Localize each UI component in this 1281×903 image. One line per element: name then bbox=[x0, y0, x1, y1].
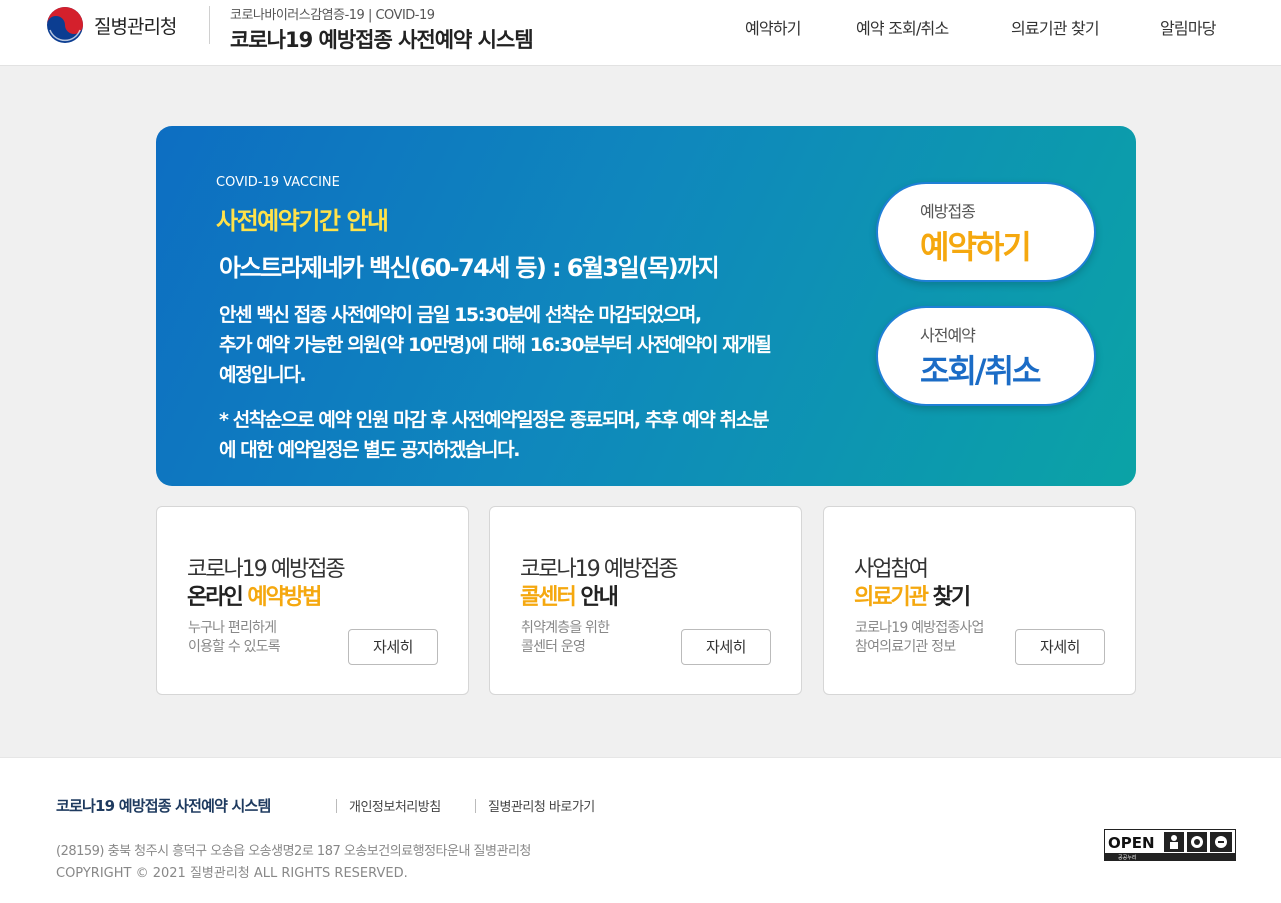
card-description: 취약계층을 위한 콜센터 운영 bbox=[521, 619, 610, 657]
card-subtitle-highlight: 콜센터 bbox=[520, 585, 577, 610]
open-badge-text: OPEN bbox=[1108, 834, 1155, 852]
system-subtitle: 코로나바이러스감염증-19 | COVID-19 bbox=[230, 8, 435, 23]
open-badge-subtext: 공공누리 bbox=[1118, 854, 1136, 861]
reservation-banner: COVID-19 VACCINE 사전예약기간 안내 아스트라제네카 백신(60… bbox=[156, 126, 1136, 486]
footer-title: 코로나19 예방접종 사전예약 시스템 bbox=[56, 797, 271, 815]
footer-copyright: COPYRIGHT © 2021 질병관리청 ALL RIGHTS RESERV… bbox=[56, 866, 408, 881]
card-desc-line: 누구나 편리하게 bbox=[188, 620, 277, 636]
card-description: 코로나19 예방접종사업 참여의료기관 정보 bbox=[855, 619, 984, 657]
site-header: 질병관리청 코로나바이러스감염증-19 | COVID-19 코로나19 예방접… bbox=[0, 0, 1281, 66]
system-title[interactable]: 코로나19 예방접종 사전예약 시스템 bbox=[230, 24, 534, 54]
banner-note-line: * 선착순으로 예약 인원 마감 후 사전예약일정은 종료되며, 추후 예약 취… bbox=[219, 409, 769, 431]
nav-reserve[interactable]: 예약하기 bbox=[745, 15, 801, 39]
detail-button[interactable]: 자세히 bbox=[681, 629, 771, 665]
banner-heading: 사전예약기간 안내 bbox=[216, 207, 389, 235]
reserve-button-caption: 예방접종 bbox=[920, 202, 976, 221]
nav-find-hospital[interactable]: 의료기관 찾기 bbox=[1011, 15, 1100, 39]
banner-body-line: 예정입니다. bbox=[219, 364, 307, 386]
banner-body-line: 추가 예약 가능한 의원(약 10만명)에 대해 16:30분부터 사전예약이 … bbox=[219, 334, 772, 356]
agency-name: 질병관리청 bbox=[94, 15, 177, 38]
card-desc-line: 취약계층을 위한 bbox=[521, 620, 610, 636]
detail-button[interactable]: 자세히 bbox=[1015, 629, 1105, 665]
card-online-reservation: 코로나19 예방접종 온라인 예약방법 누구나 편리하게 이용할 수 있도록 자… bbox=[156, 506, 469, 695]
card-subtitle: 온라인 예약방법 bbox=[187, 579, 322, 611]
card-desc-line: 콜센터 운영 bbox=[521, 639, 586, 655]
card-desc-line: 코로나19 예방접종사업 bbox=[855, 620, 984, 636]
banner-body-line: 안센 백신 접종 사전예약이 금일 15:30분에 선착순 마감되었으며, bbox=[219, 304, 702, 326]
card-subtitle-part: 안내 bbox=[574, 585, 618, 610]
card-subtitle-part: 온라인 bbox=[187, 585, 248, 610]
card-subtitle: 의료기관 찾기 bbox=[854, 579, 971, 611]
card-find-hospital: 사업참여 의료기관 찾기 코로나19 예방접종사업 참여의료기관 정보 자세히 bbox=[823, 506, 1136, 695]
reserve-button[interactable]: 예방접종 예약하기 bbox=[876, 182, 1096, 282]
banner-tag: COVID-19 VACCINE bbox=[216, 175, 340, 190]
lookup-button-label: 조회/취소 bbox=[920, 352, 1041, 390]
reserve-button-label: 예약하기 bbox=[920, 228, 1032, 266]
card-subtitle-highlight: 의료기관 bbox=[854, 585, 929, 610]
site-footer: 코로나19 예방접종 사전예약 시스템 개인정보처리방침 질병관리청 바로가기 … bbox=[0, 757, 1281, 903]
banner-body: 안센 백신 접종 사전예약이 금일 15:30분에 선착순 마감되었으며, 추가… bbox=[219, 300, 772, 390]
agency-logo[interactable]: 질병관리청 bbox=[46, 6, 177, 44]
card-call-center: 코로나19 예방접종 콜센터 안내 취약계층을 위한 콜센터 운영 자세히 bbox=[489, 506, 802, 695]
lookup-cancel-button[interactable]: 사전예약 조회/취소 bbox=[876, 306, 1096, 406]
footer-address: (28159) 충북 청주시 흥덕구 오송읍 오송생명2로 187 오송보건의료… bbox=[56, 844, 531, 859]
nav-lookup-cancel[interactable]: 예약 조회/취소 bbox=[856, 15, 949, 39]
taegeuk-emblem-icon bbox=[47, 7, 83, 43]
card-desc-line: 이용할 수 있도록 bbox=[188, 639, 281, 655]
card-subtitle-part: 찾기 bbox=[926, 585, 971, 610]
logo-divider bbox=[209, 6, 210, 44]
card-description: 누구나 편리하게 이용할 수 있도록 bbox=[188, 619, 281, 657]
banner-main-text: 아스트라제네카 백신(60-74세 등) : 6월3일(목)까지 bbox=[219, 254, 720, 282]
privacy-policy-link[interactable]: 개인정보처리방침 bbox=[349, 796, 441, 815]
open-license-badge-icon[interactable]: OPEN 공공누리 bbox=[1104, 829, 1236, 861]
kdca-site-link[interactable]: 질병관리청 바로가기 bbox=[488, 796, 595, 815]
banner-note: * 선착순으로 예약 인원 마감 후 사전예약일정은 종료되며, 추후 예약 취… bbox=[219, 405, 769, 465]
card-subtitle: 콜센터 안내 bbox=[520, 579, 619, 611]
footer-separator bbox=[336, 799, 337, 813]
nav-notices[interactable]: 알림마당 bbox=[1160, 15, 1216, 39]
lookup-button-caption: 사전예약 bbox=[920, 326, 976, 345]
footer-separator bbox=[475, 799, 476, 813]
card-desc-line: 참여의료기관 정보 bbox=[855, 639, 956, 655]
card-subtitle-highlight: 예약방법 bbox=[247, 585, 322, 610]
banner-note-line: 에 대한 예약일정은 별도 공지하겠습니다. bbox=[219, 439, 520, 461]
detail-button[interactable]: 자세히 bbox=[348, 629, 438, 665]
